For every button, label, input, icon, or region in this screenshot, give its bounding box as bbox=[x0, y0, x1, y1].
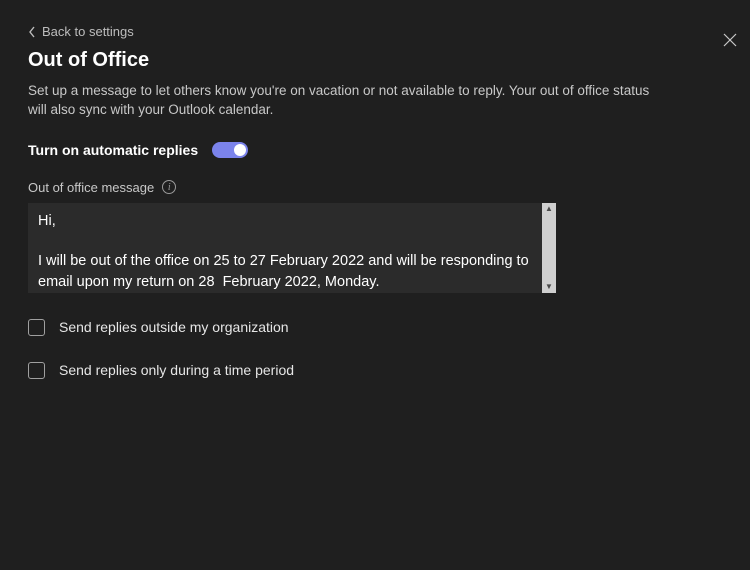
out-of-office-message-input[interactable] bbox=[28, 203, 542, 293]
scroll-up-arrow-icon: ▲ bbox=[545, 205, 553, 213]
outside-org-label: Send replies outside my organization bbox=[59, 319, 289, 335]
page-description: Set up a message to let others know you'… bbox=[28, 82, 668, 120]
time-period-checkbox[interactable] bbox=[28, 362, 45, 379]
scroll-down-arrow-icon: ▼ bbox=[545, 283, 553, 291]
auto-replies-label: Turn on automatic replies bbox=[28, 142, 198, 158]
chevron-left-icon bbox=[28, 26, 36, 38]
info-icon[interactable]: i bbox=[162, 180, 176, 194]
time-period-option[interactable]: Send replies only during a time period bbox=[28, 362, 722, 379]
message-label: Out of office message bbox=[28, 180, 154, 195]
time-period-label: Send replies only during a time period bbox=[59, 362, 294, 378]
auto-replies-toggle[interactable] bbox=[212, 142, 248, 158]
close-button[interactable] bbox=[714, 24, 746, 56]
auto-replies-toggle-row: Turn on automatic replies bbox=[28, 142, 722, 158]
message-label-row: Out of office message i bbox=[28, 180, 722, 195]
textarea-scrollbar[interactable]: ▲ ▼ bbox=[542, 203, 556, 293]
outside-org-option[interactable]: Send replies outside my organization bbox=[28, 319, 722, 336]
message-field-wrap: ▲ ▼ bbox=[28, 203, 556, 293]
close-icon bbox=[723, 33, 737, 47]
toggle-knob bbox=[234, 144, 246, 156]
back-link-label: Back to settings bbox=[42, 24, 134, 39]
outside-org-checkbox[interactable] bbox=[28, 319, 45, 336]
back-to-settings-link[interactable]: Back to settings bbox=[28, 24, 134, 39]
page-title: Out of Office bbox=[28, 49, 722, 72]
